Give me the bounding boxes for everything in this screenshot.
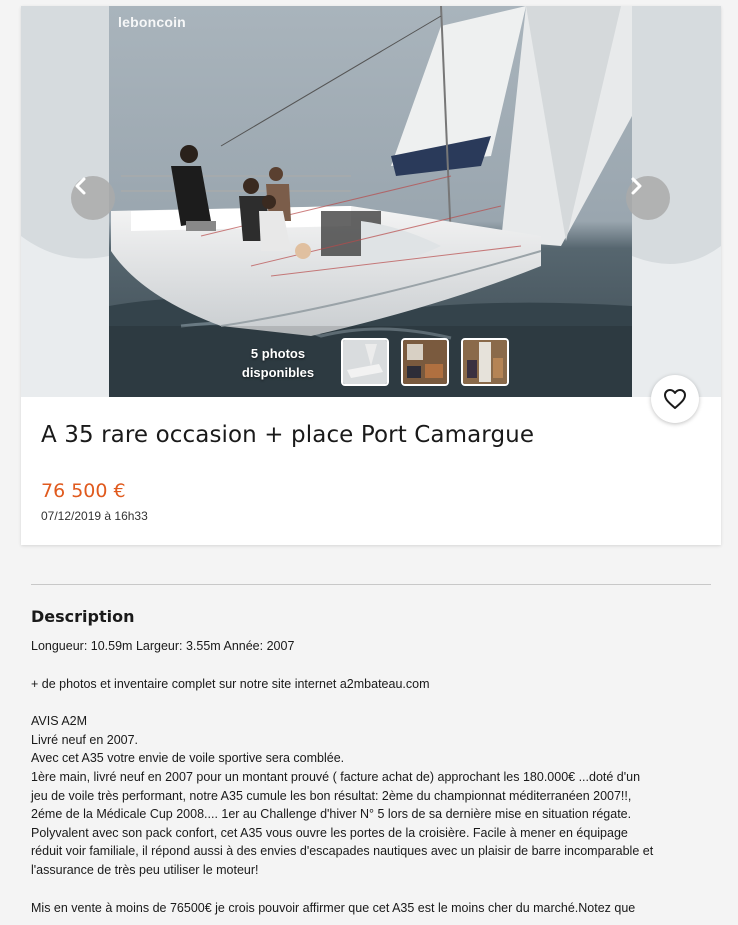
photos-count-label[interactable]: 5 photos disponibles xyxy=(228,344,328,382)
thumbnail-image xyxy=(403,340,447,384)
description-line: 1ère main, livré neuf en 2007 pour un mo… xyxy=(31,769,641,784)
description-line: jeu de voile très performant, notre A35 … xyxy=(31,788,632,803)
leboncoin-watermark: leboncoin xyxy=(118,14,186,30)
description-heading: Description xyxy=(31,607,135,626)
previous-photo-button[interactable] xyxy=(71,176,115,220)
thumbnail-image xyxy=(343,340,387,384)
heart-icon xyxy=(664,389,686,409)
photos-count-line-2: disponibles xyxy=(241,365,315,380)
photo-thumbnail-3[interactable] xyxy=(461,338,509,386)
chevron-left-icon xyxy=(75,177,86,195)
description-line: Longueur: 10.59m Largeur: 3.55m Année: 2… xyxy=(31,639,295,653)
listing-card: leboncoin 5 photos disponibles A 35 rare… xyxy=(21,6,721,545)
listing-price: 76 500 € xyxy=(41,480,126,502)
description-line: + de photos et inventaire complet sur no… xyxy=(31,676,430,691)
photo-thumbnail-2[interactable] xyxy=(401,338,449,386)
favorite-button[interactable] xyxy=(651,375,699,423)
listing-title: A 35 rare occasion + place Port Camargue xyxy=(41,422,535,448)
section-divider xyxy=(31,584,711,585)
chevron-right-icon xyxy=(631,177,642,195)
description-line: Livré neuf en 2007. xyxy=(31,732,139,747)
photo-gallery[interactable]: leboncoin 5 photos disponibles xyxy=(21,6,721,397)
description-line: 2éme de la Médicale Cup 2008.... 1er au … xyxy=(31,807,632,822)
description-line: Polyvalent avec son pack confort, cet A3… xyxy=(31,825,628,840)
next-photo-button[interactable] xyxy=(626,176,670,220)
listing-date: 07/12/2019 à 16h33 xyxy=(41,509,148,523)
description-body: Longueur: 10.59m Largeur: 3.55m Année: 2… xyxy=(31,637,716,917)
description-line: AVIS A2M xyxy=(31,714,88,729)
photo-thumbnail-1[interactable] xyxy=(341,338,389,386)
description-line: l'assurance de très peu utiliser le mote… xyxy=(31,862,259,877)
thumbnail-image xyxy=(463,340,507,384)
description-line: réduit voir familiale, il répond aussi à… xyxy=(31,844,654,859)
photos-count-line-1: 5 photos xyxy=(250,346,306,361)
description-line: Avec cet A35 votre envie de voile sporti… xyxy=(31,751,345,766)
description-line: Mis en vente à moins de 76500€ je crois … xyxy=(31,900,636,915)
